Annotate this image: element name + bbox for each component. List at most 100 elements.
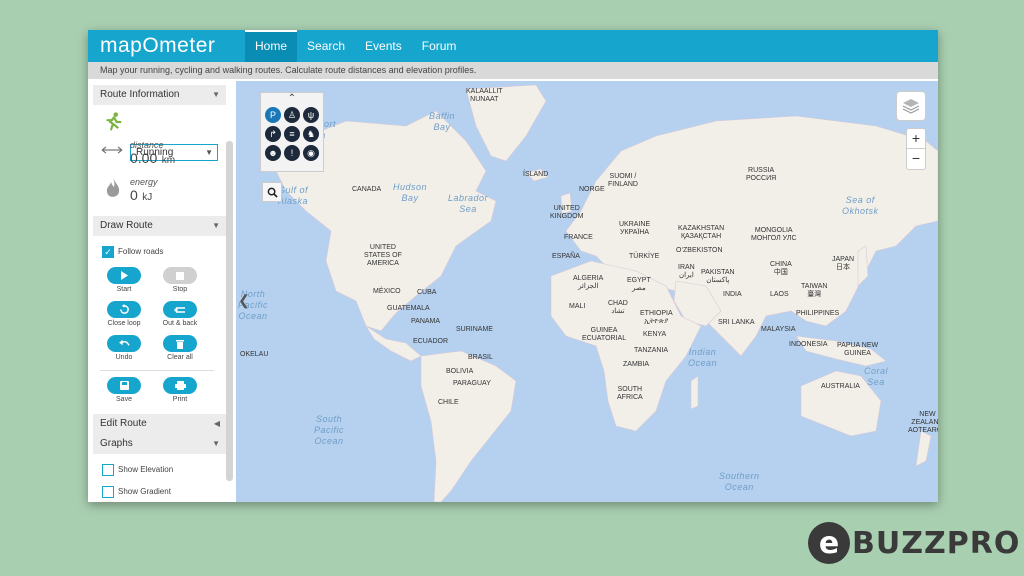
watermark-logo: e BUZZPRO xyxy=(808,522,1020,564)
energy-value: 0 xyxy=(130,187,138,203)
nav-search[interactable]: Search xyxy=(297,30,355,62)
undo-label: Undo xyxy=(115,354,133,361)
label-south-africa: SOUTH AFRICA xyxy=(617,386,643,401)
label-india: INDIA xyxy=(723,291,742,298)
toilets-icon[interactable]: ♙ xyxy=(284,107,300,123)
sidebar: Route Information ▼ Running ▼ distance 0… xyxy=(88,81,236,502)
stop-icon xyxy=(176,271,184,280)
save-button[interactable] xyxy=(107,377,141,394)
distance-value: 0.00 xyxy=(130,150,158,166)
zoom-in-plus-icon[interactable]: + xyxy=(907,129,925,149)
close-loop-label: Close loop xyxy=(107,320,141,327)
edit-route-header[interactable]: Edit Route ◀ xyxy=(93,414,226,434)
label-suriname: SURINAME xyxy=(456,326,493,333)
undo-icon xyxy=(118,339,130,346)
caret-down-icon: ▼ xyxy=(212,90,220,99)
poi-panel: ⌃ P ♙ ψ ↱ ≡ ♞ ☻ ! ◉ xyxy=(260,92,324,172)
label-guatemala: GUATEMALA xyxy=(387,305,430,312)
clear-all-button[interactable] xyxy=(163,335,197,352)
graphs-title: Graphs xyxy=(100,438,133,449)
app-window: mapOmeter Home Search Events Forum Map y… xyxy=(88,30,938,502)
logo[interactable]: mapOmeter xyxy=(100,34,215,58)
restaurant-icon[interactable]: ψ xyxy=(303,107,319,123)
label-pakistan: PAKISTAN پاکستان xyxy=(701,269,735,284)
show-gradient-checkbox[interactable] xyxy=(102,486,114,498)
zoom-out-minus-icon[interactable]: − xyxy=(907,149,925,169)
nav-home[interactable]: Home xyxy=(245,30,298,62)
ocean-labrador-sea: Labrador Sea xyxy=(448,193,489,214)
label-indonesia: INDONESIA xyxy=(789,341,828,348)
layers-icon xyxy=(902,99,920,114)
map-search-button[interactable] xyxy=(262,182,282,202)
chevron-up-icon[interactable]: ⌃ xyxy=(261,93,323,105)
stop-button[interactable] xyxy=(163,267,197,284)
tagline: Map your running, cycling and walking ro… xyxy=(88,62,938,79)
pin-icon[interactable]: ◉ xyxy=(303,145,319,161)
runner-icon xyxy=(106,112,122,131)
label-paraguay: PARAGUAY xyxy=(453,380,491,387)
label-china: CHINA 中国 xyxy=(770,261,792,276)
label-canada: CANADA xyxy=(352,186,382,193)
clear-all-label: Clear all xyxy=(167,354,193,361)
ocean-indian: Indian Ocean xyxy=(688,347,718,368)
undo-button[interactable] xyxy=(107,335,141,352)
label-espana: ESPAÑA xyxy=(552,253,580,260)
label-brasil: BRASIL xyxy=(468,354,493,361)
energy-unit: kJ xyxy=(142,192,153,203)
map-canvas[interactable]: KALAALLIT NUNAAT ÍSLAND CANADA NORGE SUO… xyxy=(236,81,938,502)
sidebar-scrollbar[interactable] xyxy=(226,141,233,481)
ocean-coral-sea: Coral Sea xyxy=(864,366,889,387)
show-elevation-label: Show Elevation xyxy=(118,465,174,474)
label-iran: IRAN ایران xyxy=(678,264,695,279)
nav-events[interactable]: Events xyxy=(355,30,412,62)
close-loop-button[interactable] xyxy=(107,301,141,318)
label-chad: CHAD تشاد xyxy=(608,300,628,315)
bridge-icon[interactable]: ≡ xyxy=(284,126,300,142)
nav-forum[interactable]: Forum xyxy=(412,30,467,62)
main-nav: Home Search Events Forum xyxy=(245,30,466,62)
label-japan: JAPAN 日本 xyxy=(832,256,855,271)
group-icon[interactable]: ☻ xyxy=(265,145,281,161)
show-elevation-checkbox[interactable] xyxy=(102,464,114,476)
print-label: Print xyxy=(172,396,188,403)
edit-route-title: Edit Route xyxy=(100,418,147,429)
stop-label: Stop xyxy=(172,286,188,293)
start-label: Start xyxy=(116,286,132,293)
collapse-sidebar-chevron-left-icon[interactable]: ❮ xyxy=(236,285,252,315)
layers-button[interactable] xyxy=(896,91,926,121)
label-new-zealand: NEW ZEALAND AOTEAROA xyxy=(908,411,938,434)
print-button[interactable] xyxy=(163,377,197,394)
label-tanzania: TANZANIA xyxy=(634,347,669,354)
label-chile: CHILE xyxy=(438,399,459,406)
label-mexico: MÉXICO xyxy=(373,288,401,295)
label-kenya: KENYA xyxy=(643,331,667,338)
label-ecuador: ECUADOR xyxy=(413,338,449,345)
watermark-circle: e xyxy=(808,522,850,564)
label-mali: MALI xyxy=(569,303,586,310)
energy-label: energy xyxy=(130,177,158,187)
parking-icon[interactable]: P xyxy=(265,107,281,123)
turn-arrow-icon[interactable]: ↱ xyxy=(265,126,281,142)
label-uk: UNITED KINGDOM xyxy=(550,205,584,220)
label-kalaallit: KALAALLIT NUNAAT xyxy=(466,88,503,103)
out-back-button[interactable] xyxy=(163,301,197,318)
divider xyxy=(100,370,214,371)
label-okelau: OKELAU xyxy=(240,351,269,358)
draw-route-title: Draw Route xyxy=(100,220,153,231)
draw-route-header[interactable]: Draw Route ▼ xyxy=(93,216,226,236)
loop-icon xyxy=(119,304,129,314)
label-malaysia: MALAYSIA xyxy=(761,326,796,333)
graphs-header[interactable]: Graphs ▼ xyxy=(93,434,226,454)
label-island: ÍSLAND xyxy=(523,171,549,178)
follow-roads-checkbox[interactable]: ✓ xyxy=(102,246,114,258)
start-button[interactable] xyxy=(107,267,141,284)
caret-down-icon: ▼ xyxy=(212,221,220,230)
ocean-sea-of-okhotsk: Sea of Okhotsk xyxy=(842,195,879,216)
save-label: Save xyxy=(116,396,132,403)
search-icon xyxy=(267,187,278,198)
warning-icon[interactable]: ! xyxy=(284,145,300,161)
label-panama: PANAMA xyxy=(411,318,441,325)
label-ethiopia: ETHIOPIA ኢትዮጵያ xyxy=(640,310,673,325)
animal-icon[interactable]: ♞ xyxy=(303,126,319,142)
route-info-header[interactable]: Route Information ▼ xyxy=(93,85,226,105)
